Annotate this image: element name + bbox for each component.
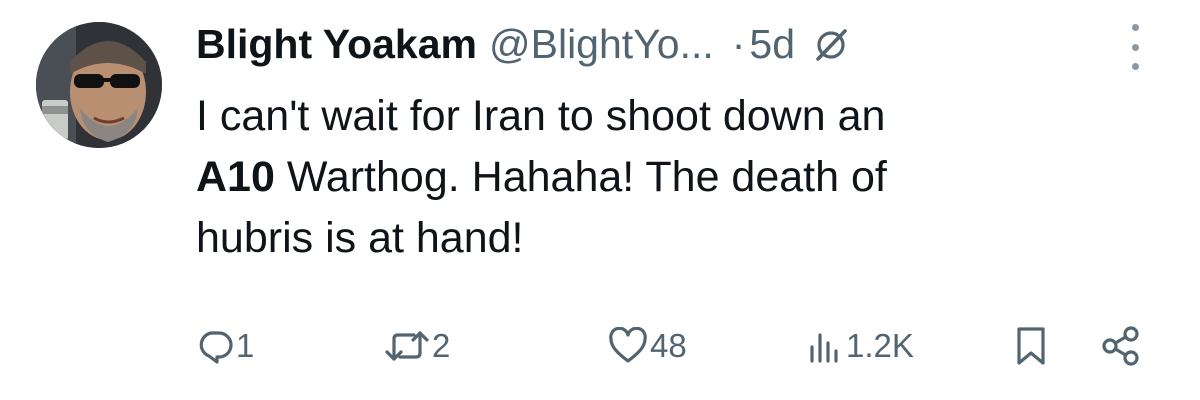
views-chart-icon: [810, 333, 838, 363]
timestamp[interactable]: 5d: [749, 21, 795, 68]
tweet-text: I can't wait for Iran to shoot down an A…: [196, 86, 1126, 269]
user-handle[interactable]: @BlightYo...: [489, 21, 714, 68]
tweet-card: Blight Yoakam @BlightYo... · 5d I can't …: [0, 0, 1200, 400]
tweet-text-line-1: I can't wait for Iran to shoot down an: [196, 92, 886, 140]
action-bar: 1 2 48 1.2K: [196, 318, 1156, 374]
tweet-text-line-2-rest: Warthog. Hahaha! The death of: [274, 153, 887, 201]
bookmark-icon: [1017, 327, 1045, 365]
retweet-button[interactable]: 2: [384, 318, 450, 374]
views-button[interactable]: 1.2K: [804, 318, 914, 374]
display-name[interactable]: Blight Yoakam: [196, 21, 477, 68]
reply-button[interactable]: 1: [196, 318, 254, 374]
like-button[interactable]: 48: [608, 318, 687, 374]
views-count: 1.2K: [846, 327, 914, 364]
bookmark-button[interactable]: [1014, 318, 1048, 374]
heart-icon: [609, 327, 647, 363]
reply-icon: [199, 331, 233, 364]
bold-text: A10: [196, 153, 275, 201]
slashed-circle-icon: [811, 24, 851, 64]
retweet-count: 2: [432, 327, 451, 364]
tweet-text-line-3: hubris is at hand!: [196, 214, 524, 262]
tweet-text-line-2: A10 Warthog. Hahaha! The death of: [196, 147, 1126, 208]
more-options-icon[interactable]: [1122, 24, 1148, 70]
reply-count: 1: [236, 327, 255, 364]
retweet-icon: [385, 331, 429, 361]
avatar-photo-icon: [36, 22, 162, 148]
avatar[interactable]: [36, 22, 162, 148]
share-button[interactable]: [1100, 318, 1142, 374]
tweet-header: Blight Yoakam @BlightYo... · 5d: [196, 14, 851, 74]
separator-dot: ·: [731, 20, 746, 67]
like-count: 48: [650, 327, 687, 364]
share-icon: [1102, 326, 1139, 366]
